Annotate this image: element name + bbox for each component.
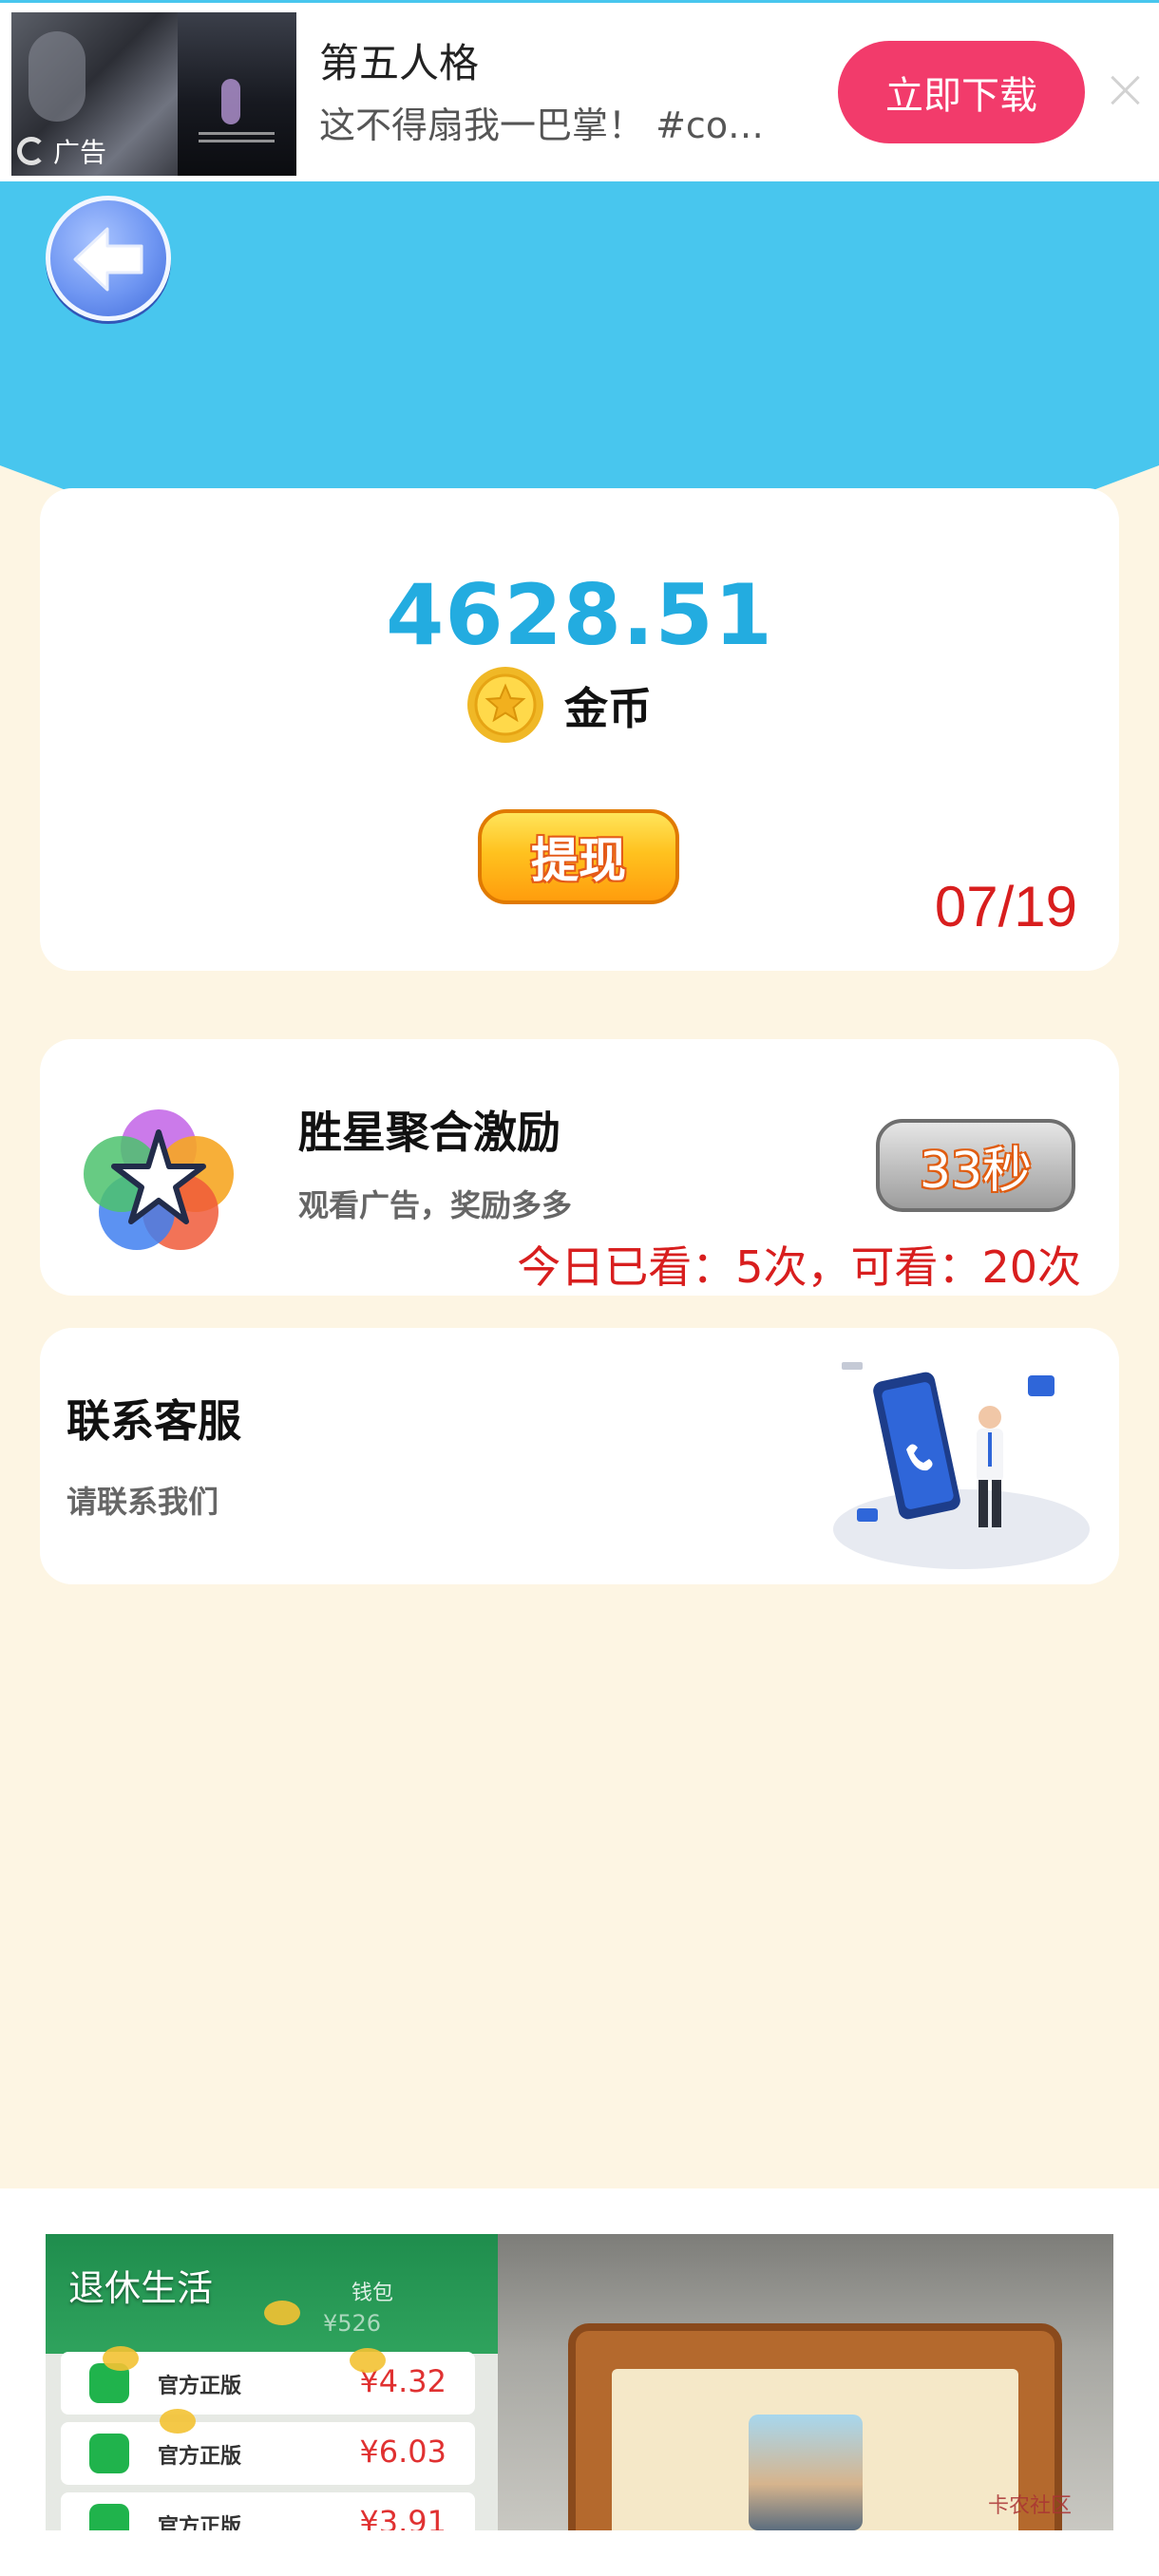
app-logo-icon xyxy=(84,1109,234,1250)
coin-decoration xyxy=(103,2346,139,2371)
date-label: 07/19 xyxy=(934,875,1077,938)
payment-amount: ¥3.91 xyxy=(359,2504,446,2530)
coin-decoration xyxy=(350,2348,386,2373)
payment-source: 官方正版 xyxy=(158,2515,242,2530)
balance-card: 4628.51 金币 提现 07/19 xyxy=(40,488,1119,971)
arrow-left-icon xyxy=(73,227,143,292)
ad-download-button[interactable]: 立即下载 xyxy=(838,41,1085,143)
cartoon-avatar-image xyxy=(749,2415,863,2530)
wallet-label: 钱包 xyxy=(352,2282,394,2305)
countdown-button[interactable]: 33秒 xyxy=(876,1119,1075,1212)
bottom-ad-title: 退休生活 xyxy=(68,2267,214,2309)
service-title: 联系客服 xyxy=(66,1395,241,1447)
ad-description[interactable]: 这不得扇我一巴掌！ #co… xyxy=(319,96,813,148)
watermark: 卡农社区 xyxy=(988,2494,1073,2518)
ad-title[interactable]: 第五人格 xyxy=(319,31,479,89)
payment-amount: ¥6.03 xyxy=(359,2434,446,2470)
ad-logo-icon xyxy=(17,137,46,165)
reward-title: 胜星聚合激励 xyxy=(298,1107,560,1158)
ad-tag: 广告 xyxy=(17,132,106,170)
coin-decoration xyxy=(264,2301,300,2325)
back-button[interactable] xyxy=(46,196,171,321)
payment-row: 官方正版 ¥3.91 xyxy=(61,2492,475,2530)
service-subtitle: 请联系我们 xyxy=(66,1484,219,1520)
bottom-ad-banner[interactable]: 钱包 ¥526 退休生活 官方正版 ¥4.32 官方正版 ¥6.03 官方正版 … xyxy=(46,2234,1113,2530)
payment-row: 官方正版 ¥6.03 xyxy=(61,2422,475,2485)
customer-service-card[interactable]: 联系客服 请联系我们 xyxy=(40,1328,1119,1584)
wechat-icon xyxy=(89,2434,129,2473)
ad-banner[interactable]: 广告 第五人格 这不得扇我一巴掌！ #co… 立即下载 xyxy=(0,3,1159,181)
withdraw-button[interactable]: 提现 xyxy=(478,809,679,904)
coin-unit-label: 金币 xyxy=(564,683,652,734)
watch-count-text: 今日已看：5次，可看：20次 xyxy=(517,1241,1081,1293)
ad-tag-label: 广告 xyxy=(53,137,107,168)
wallet-amount: ¥526 xyxy=(323,2310,382,2337)
reward-subtitle: 观看广告，奖励多多 xyxy=(298,1187,573,1223)
coin-icon xyxy=(467,667,543,743)
close-icon[interactable] xyxy=(1106,71,1144,109)
reward-task-card[interactable]: 胜星聚合激励 观看广告，奖励多多 33秒 今日已看：5次，可看：20次 xyxy=(40,1039,1119,1296)
coin-balance: 4628.51 xyxy=(386,566,773,664)
customer-service-illustration xyxy=(833,1362,1090,1569)
ad-thumbnail[interactable]: 广告 xyxy=(11,12,296,176)
payment-source: 官方正版 xyxy=(158,2445,242,2469)
wechat-icon xyxy=(89,2504,129,2530)
payment-source: 官方正版 xyxy=(158,2375,242,2398)
coin-decoration xyxy=(160,2409,196,2434)
